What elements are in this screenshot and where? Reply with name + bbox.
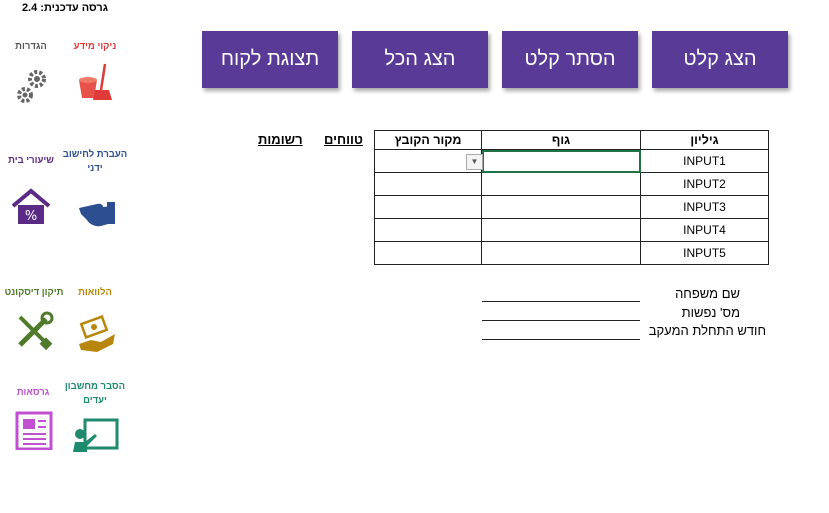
input-table: גיליון גוף מקור הקובץ INPUT1 ▼ INPUT2 IN… [374, 130, 769, 265]
hand-pointing-icon [79, 202, 115, 227]
wrench-screwdriver-icon [18, 311, 54, 351]
file-source-cell[interactable] [374, 195, 482, 219]
body-cell-selected[interactable] [481, 149, 641, 173]
header-sheet: גיליון [640, 130, 769, 150]
nav-label-manual-calc: העברת לחישוב ידני [62, 149, 128, 174]
nav-item-clean-data[interactable] [75, 62, 115, 107]
cleaning-bucket-icon [79, 63, 112, 100]
nav-label-homework: שיעורי בית [8, 155, 54, 166]
svg-text:%: % [25, 209, 37, 224]
start-month-label: חודש התחלת המעקב [648, 323, 766, 338]
persons-field[interactable] [482, 320, 640, 321]
newspaper-icon [15, 411, 53, 451]
body-cell[interactable] [481, 241, 641, 265]
house-percent-icon: % [11, 188, 51, 224]
sheet-cell[interactable]: INPUT4 [640, 218, 769, 242]
nav-label-loans: הלוואות [78, 287, 112, 298]
show-all-button[interactable]: הצג הכל [352, 31, 488, 88]
header-file-source: מקור הקובץ [374, 130, 482, 150]
header-body: גוף [481, 130, 641, 150]
nav-label-clean-data: ניקוי מידע [73, 41, 117, 52]
nav-item-versions[interactable] [14, 410, 54, 455]
nav-item-settings[interactable] [13, 67, 53, 112]
nav-label-discount-fix: תיקון דיסקונט [4, 287, 64, 298]
file-source-cell[interactable] [374, 241, 482, 265]
table-row: INPUT4 [374, 218, 769, 242]
nav-item-manual-calc[interactable] [77, 190, 117, 235]
table-row: INPUT5 [374, 241, 769, 265]
body-cell[interactable] [481, 218, 641, 242]
hide-input-button[interactable]: הסתר קלט [502, 31, 638, 88]
persons-label: מס' נפשות [681, 305, 740, 320]
sheet-cell[interactable]: INPUT5 [640, 241, 769, 265]
table-row: INPUT3 [374, 195, 769, 219]
file-source-cell[interactable] [374, 218, 482, 242]
money-hand-icon [79, 315, 115, 352]
nav-label-settings: הגדרות [15, 41, 47, 52]
sheet-cell[interactable]: INPUT1 [640, 149, 769, 173]
nav-item-loans[interactable] [77, 314, 117, 359]
gears-icon [17, 70, 46, 103]
sheet-cell[interactable]: INPUT2 [640, 172, 769, 196]
file-source-cell[interactable] [374, 172, 482, 196]
show-input-button[interactable]: הצג קלט [652, 31, 788, 88]
sheet-cell[interactable]: INPUT3 [640, 195, 769, 219]
last-name-field[interactable] [482, 301, 640, 302]
table-row: INPUT1 ▼ [374, 149, 769, 173]
presentation-board-icon [73, 418, 119, 452]
client-view-button[interactable]: תצוגת לקוח [202, 31, 338, 88]
body-cell[interactable] [481, 172, 641, 196]
lists-header[interactable]: רשומות [258, 132, 303, 147]
version-label: גרסה עדכנית: 2.4 [21, 2, 108, 14]
nav-label-versions: גרסאות [16, 387, 50, 398]
table-row: INPUT2 [374, 172, 769, 196]
last-name-label: שם משפחה [675, 286, 740, 301]
dropdown-arrow-icon[interactable]: ▼ [466, 154, 483, 170]
nav-item-homework[interactable]: % [11, 188, 51, 233]
nav-item-discount-fix[interactable] [14, 311, 54, 356]
nav-item-goals-calc[interactable] [71, 414, 121, 459]
nav-label-goals-calc: הסבר מחשבון יעדים [64, 381, 126, 406]
ranges-header[interactable]: טווחים [324, 132, 363, 147]
start-month-field[interactable] [482, 339, 640, 340]
body-cell[interactable] [481, 195, 641, 219]
file-source-cell[interactable]: ▼ [374, 149, 483, 173]
